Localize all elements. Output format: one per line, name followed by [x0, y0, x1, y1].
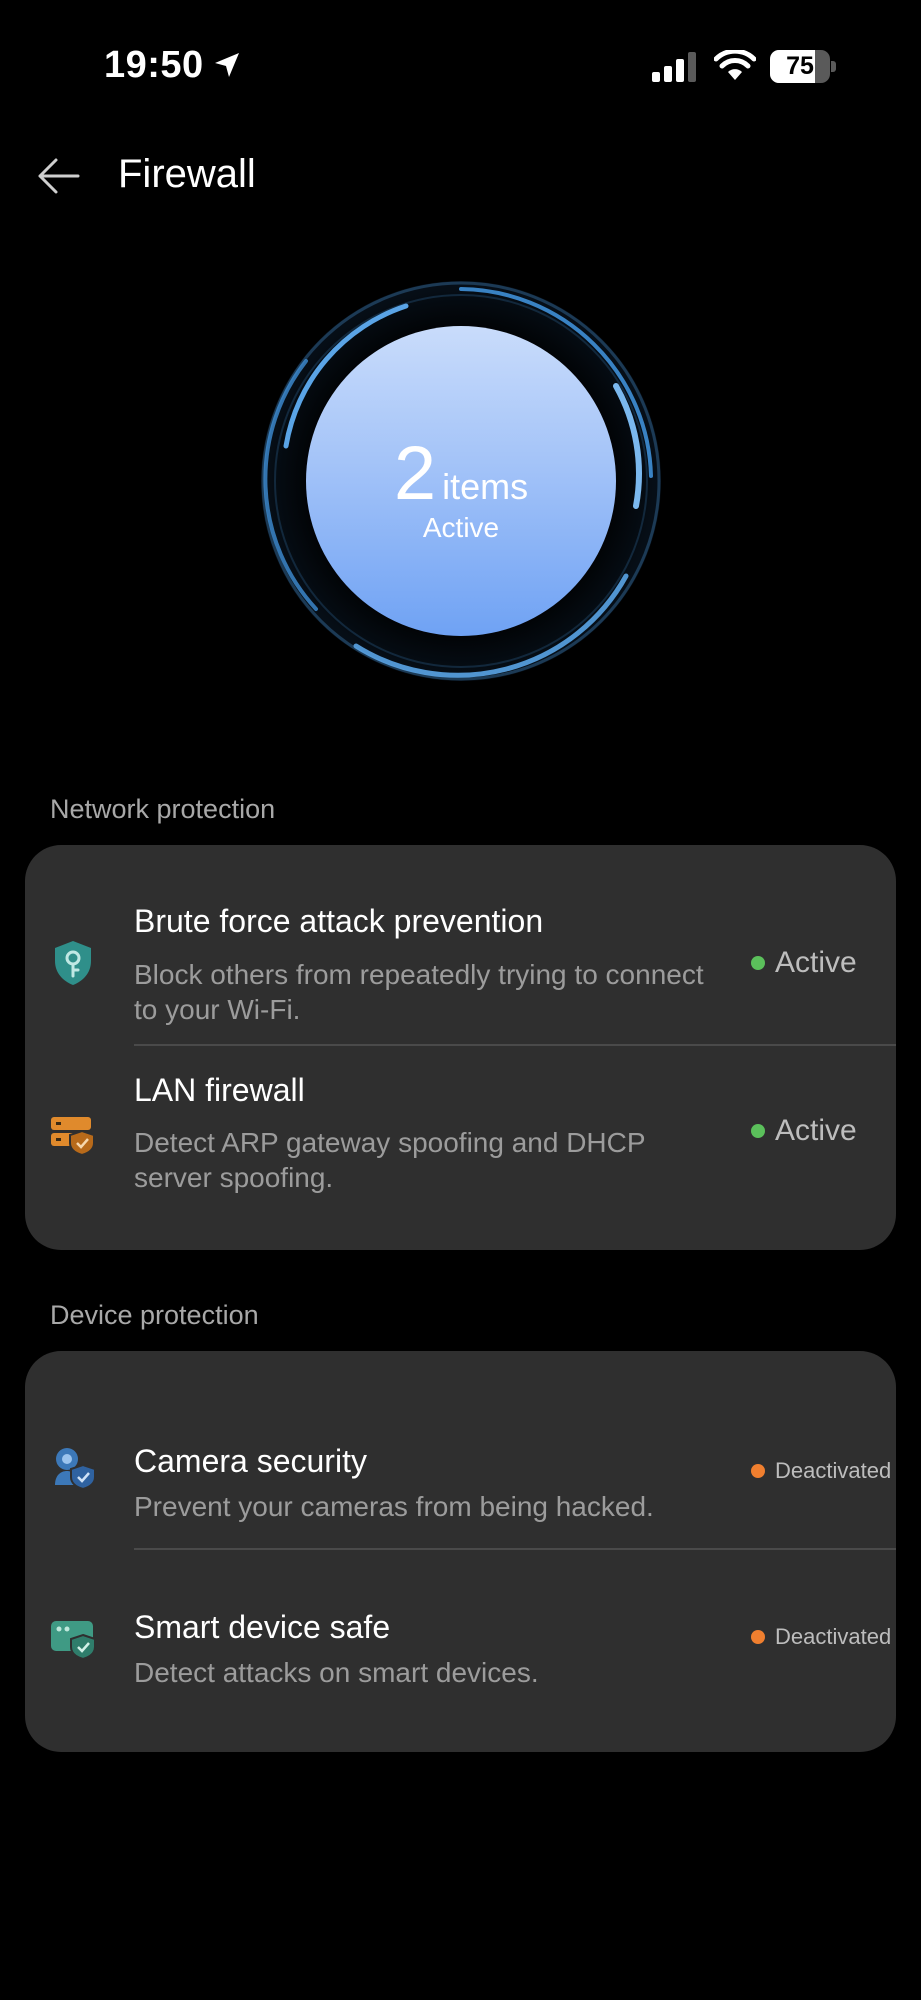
shield-key-icon: [55, 941, 91, 985]
active-state-label: Active: [422, 512, 500, 543]
cellular-signal-icon: [652, 52, 696, 82]
status-badge: Deactivated: [751, 1457, 896, 1484]
status-badge: Active: [751, 945, 896, 980]
location-arrow-icon: [215, 53, 239, 77]
active-count: 2: [393, 431, 437, 516]
page-title: Firewall: [118, 152, 256, 196]
status-badge: Deactivated: [751, 1623, 896, 1650]
gauge-core: 2 items Active: [306, 326, 616, 636]
list-item-smart-device-safe[interactable]: Smart device safe Detect attacks on smar…: [25, 1549, 896, 1752]
server-shield-icon: [51, 1117, 95, 1157]
status-dot: [751, 956, 765, 971]
item-description: Block others from repeatedly trying to c…: [134, 959, 704, 1025]
network-protection-card: Brute force attack prevention Block othe…: [25, 845, 896, 1250]
item-description: Prevent your cameras from being hacked.: [134, 1491, 654, 1522]
status-badge: Active: [751, 1113, 896, 1148]
item-description: Detect attacks on smart devices.: [134, 1657, 539, 1688]
status-dot: [751, 1630, 765, 1645]
item-title: LAN firewall: [134, 1072, 305, 1108]
protection-summary-gauge: 2 items Active: [256, 276, 666, 686]
battery-icon: 75: [770, 50, 836, 83]
device-protection-card: Camera security Prevent your cameras fro…: [25, 1351, 896, 1752]
item-title: Camera security: [134, 1443, 367, 1479]
status-time: 19:50: [104, 44, 204, 86]
list-item-lan-firewall[interactable]: LAN firewall Detect ARP gateway spoofing…: [25, 1045, 896, 1250]
list-item-brute-force[interactable]: Brute force attack prevention Block othe…: [25, 845, 896, 1045]
camera-shield-icon: [55, 1448, 96, 1491]
app-header: Firewall: [0, 140, 921, 210]
status-bar: 19:50 75: [0, 0, 921, 130]
list-item-camera-security[interactable]: Camera security Prevent your cameras fro…: [25, 1351, 896, 1549]
item-description: Detect ARP gateway spoofing and DHCP ser…: [134, 1127, 646, 1193]
status-dot: [751, 1464, 765, 1479]
wifi-icon: [714, 50, 756, 80]
section-label-network: Network protection: [50, 794, 276, 824]
section-label-device: Device protection: [50, 1300, 259, 1330]
status-dot: [751, 1124, 765, 1139]
item-title: Smart device safe: [134, 1609, 391, 1645]
smart-device-shield-icon: [51, 1621, 96, 1661]
item-title: Brute force attack prevention: [134, 903, 544, 939]
active-count-unit: items: [442, 466, 529, 507]
battery-level: 75: [786, 52, 814, 80]
back-arrow-icon[interactable]: [34, 154, 82, 198]
